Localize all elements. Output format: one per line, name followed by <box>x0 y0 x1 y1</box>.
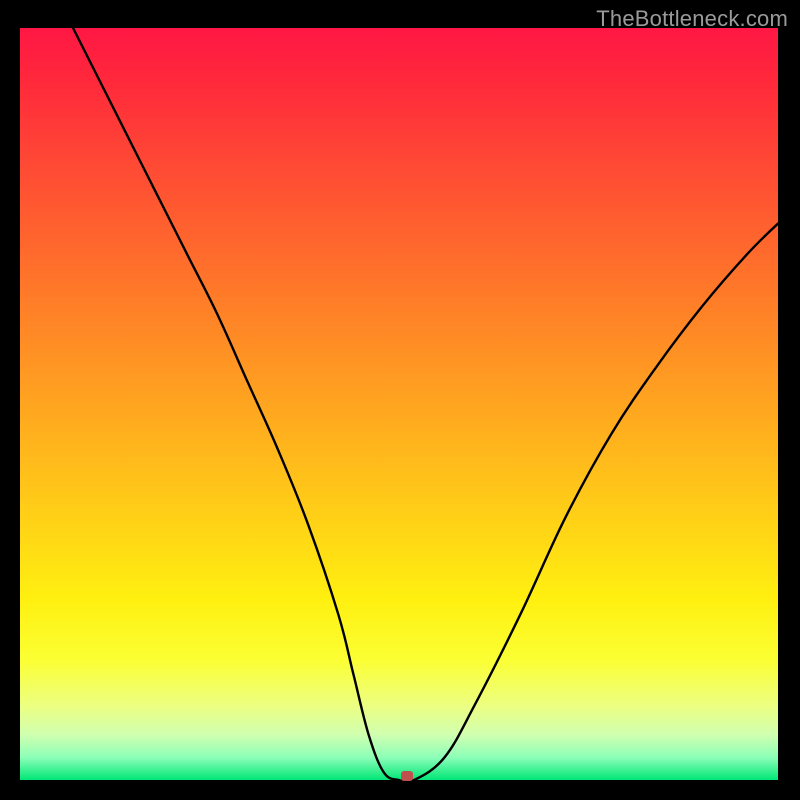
chart-frame: TheBottleneck.com <box>0 0 800 800</box>
plot-area <box>20 28 778 780</box>
optimal-point-marker <box>401 771 413 781</box>
bottleneck-curve <box>20 28 778 780</box>
